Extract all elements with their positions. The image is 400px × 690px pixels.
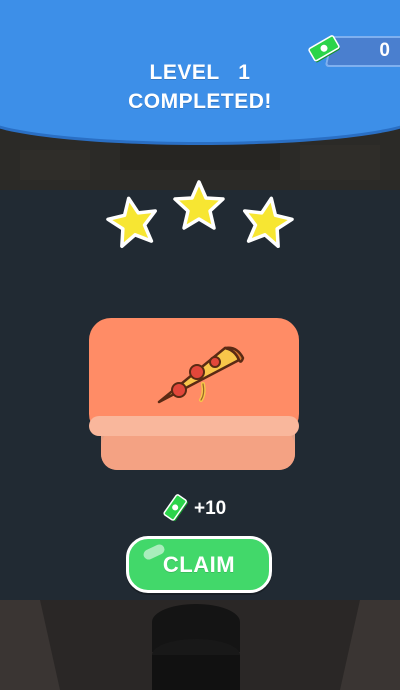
currency-counter: 0 — [308, 35, 400, 67]
cash-icon — [308, 35, 340, 63]
star-icon — [173, 180, 225, 230]
currency-balance: 0 — [379, 40, 390, 61]
star-rating — [100, 178, 300, 253]
reward-amount-label: +10 — [194, 498, 227, 519]
title-line-completed: COMPLETED! — [128, 90, 272, 113]
star-icon — [243, 196, 294, 249]
reward-item-box — [87, 318, 301, 474]
claim-button-label: CLAIM — [162, 551, 236, 577]
reward-box-graphic — [89, 318, 299, 470]
star-icon — [106, 196, 157, 249]
reward-amount: +10 — [0, 494, 400, 524]
claim-button[interactable]: CLAIM — [126, 536, 272, 593]
cash-icon — [163, 494, 188, 522]
